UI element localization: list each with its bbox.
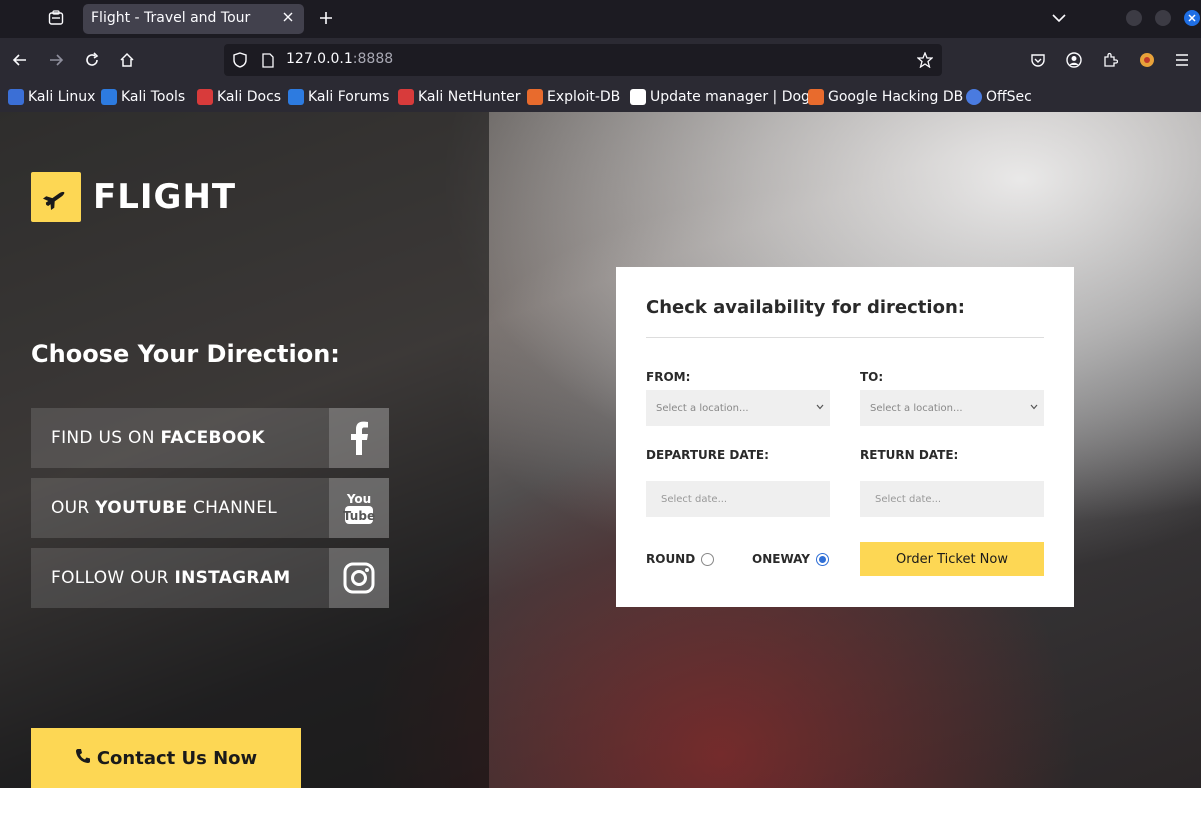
to-select[interactable]: Select a location... — [860, 390, 1044, 426]
firefox-view-icon[interactable] — [44, 7, 68, 29]
bookmark-kali-docs[interactable]: Kali Docs — [197, 88, 281, 106]
kali-docs-icon — [197, 89, 213, 105]
logo-text: FLIGHT — [93, 177, 237, 217]
tab-title: Flight - Travel and Tour — [91, 10, 251, 26]
active-tab[interactable]: Flight - Travel and Tour — [83, 4, 304, 34]
reload-icon[interactable] — [81, 49, 103, 71]
bookmark-kali-forums[interactable]: Kali Forums — [288, 88, 389, 106]
round-trip-option[interactable]: ROUND — [646, 552, 715, 566]
url-text: 127.0.0.1:8888 — [286, 51, 394, 67]
chevron-down-icon[interactable] — [1049, 8, 1069, 28]
bookmark-kali-linux[interactable]: Kali Linux — [8, 88, 95, 106]
site-logo[interactable]: FLIGHT — [31, 172, 236, 222]
offsec-icon — [966, 89, 982, 105]
url-bar[interactable]: 127.0.0.1:8888 — [224, 44, 942, 76]
form-divider — [646, 337, 1044, 338]
instagram-icon — [329, 548, 389, 608]
bookmark-update-manager[interactable]: Update manager | Dog — [630, 88, 810, 106]
bookmarks-bar: Kali Linux Kali Tools Kali Docs Kali For… — [0, 82, 1201, 112]
youtube-link-text: OUR YOUTUBE CHANNEL — [51, 498, 278, 518]
hero-section: FLIGHT Choose Your Direction: FIND US ON… — [0, 112, 1201, 788]
kali-tools-icon — [101, 89, 117, 105]
close-tab-icon[interactable] — [280, 11, 296, 27]
bookmark-exploit-db[interactable]: Exploit-DB — [527, 88, 620, 106]
instagram-link[interactable]: FOLLOW OUR INSTAGRAM — [31, 548, 389, 608]
facebook-link-text: FIND US ON FACEBOOK — [51, 428, 265, 448]
round-radio[interactable] — [701, 552, 715, 566]
svg-text:You: You — [346, 492, 371, 506]
kali-nethunter-icon — [398, 89, 414, 105]
navigation-bar: 127.0.0.1:8888 — [0, 38, 1201, 82]
to-label: TO: — [860, 370, 884, 384]
facebook-icon — [329, 408, 389, 468]
bookmark-offsec[interactable]: OffSec — [966, 88, 1032, 106]
oneway-radio[interactable] — [815, 552, 829, 566]
ghdb-icon — [808, 89, 824, 105]
chevron-down-icon — [816, 402, 824, 413]
departure-date-label: DEPARTURE DATE: — [646, 448, 769, 462]
tab-bar: Flight - Travel and Tour — [0, 0, 1201, 38]
return-date-label: RETURN DATE: — [860, 448, 959, 462]
facebook-link[interactable]: FIND US ON FACEBOOK — [31, 408, 389, 468]
order-ticket-button[interactable]: Order Ticket Now — [860, 542, 1044, 576]
bookmark-kali-tools[interactable]: Kali Tools — [101, 88, 185, 106]
kali-forums-icon — [288, 89, 304, 105]
extensions-icon[interactable] — [1099, 49, 1121, 71]
choose-direction-heading: Choose Your Direction: — [31, 340, 340, 368]
bookmark-google-hacking-db[interactable]: Google Hacking DB — [808, 88, 963, 106]
menu-icon[interactable] — [1171, 49, 1193, 71]
maximize-button[interactable] — [1155, 10, 1171, 26]
airplane-icon — [31, 172, 81, 222]
chevron-down-icon — [1030, 402, 1038, 413]
from-select[interactable]: Select a location... — [646, 390, 830, 426]
pocket-icon[interactable] — [1027, 49, 1049, 71]
extension-avatar-icon[interactable] — [1136, 49, 1158, 71]
oneway-trip-option[interactable]: ONEWAY — [752, 552, 829, 566]
new-tab-icon[interactable] — [315, 7, 337, 29]
close-window-button[interactable] — [1184, 10, 1200, 26]
svg-text:Tube: Tube — [343, 509, 375, 523]
from-label: FROM: — [646, 370, 691, 384]
forward-icon[interactable] — [45, 49, 67, 71]
kali-dragon-icon — [8, 89, 24, 105]
page-icon[interactable] — [260, 52, 276, 68]
bookmark-star-icon[interactable] — [917, 52, 933, 68]
contact-us-button[interactable]: Contact Us Now — [31, 728, 301, 788]
update-manager-icon — [630, 89, 646, 105]
exploit-db-icon — [527, 89, 543, 105]
minimize-button[interactable] — [1126, 10, 1142, 26]
youtube-icon: You Tube — [329, 478, 389, 538]
form-title: Check availability for direction: — [646, 297, 965, 318]
shield-icon[interactable] — [232, 52, 248, 68]
availability-form: Check availability for direction: FROM: … — [616, 267, 1074, 607]
phone-icon — [75, 748, 91, 769]
back-icon[interactable] — [9, 49, 31, 71]
contact-us-label: Contact Us Now — [96, 747, 258, 769]
departure-date-input[interactable]: Select date... — [646, 481, 830, 517]
instagram-link-text: FOLLOW OUR INSTAGRAM — [51, 568, 291, 588]
home-icon[interactable] — [116, 49, 138, 71]
bookmark-kali-nethunter[interactable]: Kali NetHunter — [398, 88, 520, 106]
youtube-link[interactable]: OUR YOUTUBE CHANNEL You Tube — [31, 478, 389, 538]
return-date-input[interactable]: Select date... — [860, 481, 1044, 517]
account-icon[interactable] — [1063, 49, 1085, 71]
